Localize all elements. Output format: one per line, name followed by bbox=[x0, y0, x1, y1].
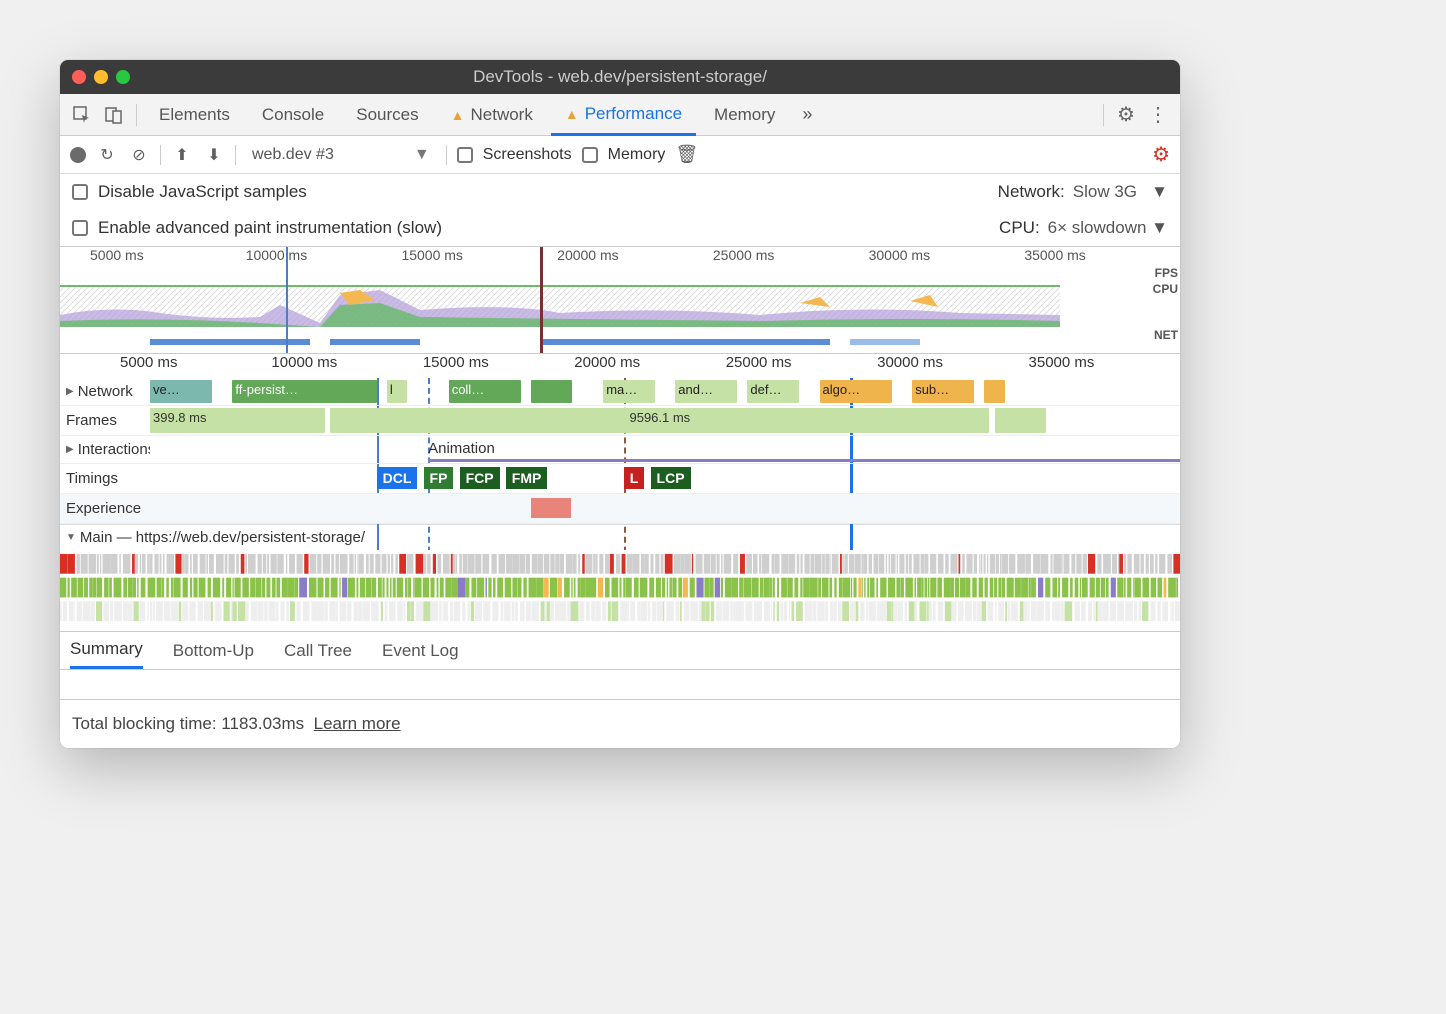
timeline-ruler: 5000 ms10000 ms15000 ms20000 ms25000 ms3… bbox=[60, 354, 1180, 378]
network-request-segment[interactable]: def… bbox=[747, 380, 799, 403]
btab-call-tree[interactable]: Call Tree bbox=[284, 632, 352, 669]
network-throttle-select[interactable]: Slow 3G ▼ bbox=[1073, 182, 1168, 202]
timeline-detail: 5000 ms10000 ms15000 ms20000 ms25000 ms3… bbox=[60, 354, 1180, 632]
tab-performance[interactable]: ▲Performance bbox=[551, 95, 696, 136]
overview-ruler: 5000 ms10000 ms15000 ms20000 ms25000 ms3… bbox=[60, 247, 1180, 265]
cpu-throttle-label: CPU: bbox=[999, 218, 1040, 238]
overview-lane-labels: FPSCPUNET bbox=[1153, 265, 1178, 343]
network-request-segment[interactable]: ma… bbox=[603, 380, 655, 403]
tbt-label: Total blocking time: bbox=[72, 714, 221, 733]
learn-more-link[interactable]: Learn more bbox=[314, 714, 401, 733]
settings-gear-icon[interactable]: ⚙ bbox=[1112, 101, 1140, 129]
network-request-segment[interactable]: coll… bbox=[449, 380, 521, 403]
network-request-segment[interactable]: sub… bbox=[912, 380, 974, 403]
timing-dcl[interactable]: DCL bbox=[377, 467, 418, 489]
frames-lane[interactable]: Frames 399.8 ms 9596.1 ms bbox=[60, 406, 1180, 436]
interactions-lane[interactable]: ▶Interactions Animation bbox=[60, 436, 1180, 464]
save-profile-icon[interactable]: ⬇ bbox=[203, 145, 225, 165]
clear-icon[interactable]: ⊘ bbox=[128, 145, 150, 165]
tab-sources[interactable]: Sources bbox=[342, 94, 432, 135]
recording-toolbar: ↻ ⊘ ⬆ ⬇ web.dev #3 ▼ Screenshots Memory … bbox=[60, 136, 1180, 174]
expand-icon[interactable]: ▶ bbox=[66, 444, 74, 455]
tab-memory[interactable]: Memory bbox=[700, 94, 789, 135]
warning-icon: ▲ bbox=[565, 106, 579, 122]
timing-fp[interactable]: FP bbox=[424, 467, 454, 489]
experience-lane[interactable]: Experience bbox=[60, 494, 1180, 524]
trash-icon[interactable]: 🗑 bbox=[675, 144, 697, 165]
main-thread-header[interactable]: ▼ Main — https://web.dev/persistent-stor… bbox=[60, 524, 1180, 550]
timings-lane[interactable]: Timings DCL FP FCP FMP L LCP bbox=[60, 464, 1180, 494]
network-request-segment[interactable]: l bbox=[387, 380, 408, 403]
capture-settings-row-2: Enable advanced paint instrumentation (s… bbox=[60, 210, 1180, 246]
network-request-segment[interactable] bbox=[984, 380, 1005, 403]
network-request-segment[interactable] bbox=[531, 380, 572, 403]
timing-fcp[interactable]: FCP bbox=[460, 467, 500, 489]
expand-icon[interactable]: ▶ bbox=[66, 386, 74, 397]
disable-js-label: Disable JavaScript samples bbox=[98, 182, 307, 202]
summary-panel bbox=[60, 670, 1180, 700]
kebab-menu-icon[interactable]: ⋮ bbox=[1144, 101, 1172, 129]
window-titlebar: DevTools - web.dev/persistent-storage/ bbox=[60, 60, 1180, 94]
load-profile-icon[interactable]: ⬆ bbox=[171, 145, 193, 165]
enable-paint-label: Enable advanced paint instrumentation (s… bbox=[98, 218, 442, 238]
record-button[interactable] bbox=[70, 147, 86, 163]
tab-elements[interactable]: Elements bbox=[145, 94, 244, 135]
network-request-segment[interactable]: ve… bbox=[150, 380, 212, 403]
timing-fmp[interactable]: FMP bbox=[506, 467, 548, 489]
panel-tabbar: Elements Console Sources ▲Network ▲Perfo… bbox=[60, 94, 1180, 136]
memory-checkbox[interactable] bbox=[582, 147, 598, 163]
memory-label: Memory bbox=[608, 146, 666, 164]
screenshots-label: Screenshots bbox=[483, 146, 572, 164]
overview-selection-left-handle[interactable] bbox=[286, 247, 288, 353]
capture-settings-row-1: Disable JavaScript samples Network: Slow… bbox=[60, 174, 1180, 210]
btab-bottom-up[interactable]: Bottom-Up bbox=[173, 632, 254, 669]
enable-paint-checkbox[interactable] bbox=[72, 220, 88, 236]
window-title: DevTools - web.dev/persistent-storage/ bbox=[60, 67, 1180, 87]
reload-icon[interactable]: ↻ bbox=[96, 145, 118, 165]
network-request-segment[interactable]: algo… bbox=[820, 380, 892, 403]
collapse-icon[interactable]: ▼ bbox=[66, 532, 76, 543]
details-tabbar: Summary Bottom-Up Call Tree Event Log bbox=[60, 632, 1180, 670]
timeline-overview[interactable]: 5000 ms10000 ms15000 ms20000 ms25000 ms3… bbox=[60, 246, 1180, 354]
network-lane[interactable]: ▶Network ve…ff-persist…lcoll…ma…and…def…… bbox=[60, 378, 1180, 406]
timing-l[interactable]: L bbox=[624, 467, 645, 489]
layout-shift-block[interactable] bbox=[531, 498, 571, 518]
tab-console[interactable]: Console bbox=[248, 94, 338, 135]
btab-event-log[interactable]: Event Log bbox=[382, 632, 459, 669]
network-request-segment[interactable]: ff-persist… bbox=[232, 380, 376, 403]
cpu-throttle-select[interactable]: 6× slowdown ▼ bbox=[1048, 218, 1168, 238]
capture-settings-gear-icon[interactable]: ⚙ bbox=[1152, 142, 1170, 167]
animation-label: Animation bbox=[428, 440, 495, 457]
status-bar: Total blocking time: 1183.03ms Learn mor… bbox=[60, 700, 1180, 748]
network-throttle-label: Network: bbox=[998, 182, 1065, 202]
tab-network[interactable]: ▲Network bbox=[437, 94, 547, 135]
timing-lcp[interactable]: LCP bbox=[651, 467, 691, 489]
network-request-segment[interactable]: and… bbox=[675, 380, 737, 403]
net-chart bbox=[60, 337, 1060, 351]
profile-select[interactable]: web.dev #3 ▼ bbox=[246, 146, 436, 164]
inspect-element-icon[interactable] bbox=[68, 101, 96, 129]
overview-selection-right-handle[interactable] bbox=[540, 247, 543, 353]
tbt-value: 1183.03ms bbox=[221, 714, 304, 733]
screenshots-checkbox[interactable] bbox=[457, 147, 473, 163]
cpu-chart bbox=[60, 285, 1060, 327]
warning-icon: ▲ bbox=[451, 107, 465, 123]
more-tabs-icon[interactable]: » bbox=[793, 101, 821, 129]
device-toolbar-icon[interactable] bbox=[100, 101, 128, 129]
devtools-window: DevTools - web.dev/persistent-storage/ E… bbox=[60, 60, 1180, 748]
disable-js-checkbox[interactable] bbox=[72, 184, 88, 200]
btab-summary[interactable]: Summary bbox=[70, 632, 143, 669]
main-thread-flamechart[interactable] bbox=[60, 550, 1180, 632]
dropdown-icon: ▼ bbox=[414, 146, 430, 164]
